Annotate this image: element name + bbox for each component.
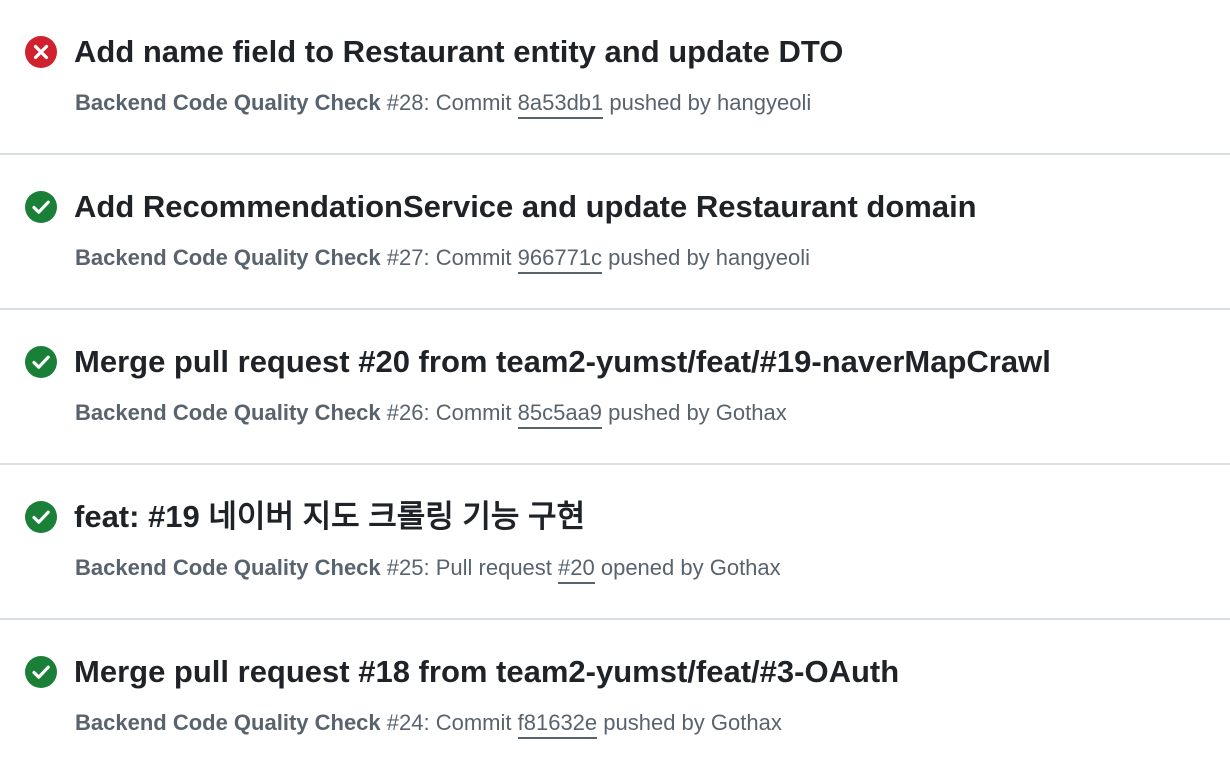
workflow-name: Backend Code Quality Check — [75, 710, 381, 735]
event-text: : Commit — [423, 245, 518, 270]
workflow-run-list: Add name field to Restaurant entity and … — [0, 0, 1230, 775]
workflow-run-item: feat: #19 네이버 지도 크롤링 기능 구현 Backend Code … — [0, 465, 1230, 620]
x-circle-fill-icon — [25, 36, 57, 68]
run-meta: Backend Code Quality Check #28: Commit 8… — [75, 87, 811, 119]
check-circle-fill-icon — [25, 656, 57, 688]
run-meta: Backend Code Quality Check #26: Commit 8… — [75, 397, 787, 429]
run-meta: Backend Code Quality Check #27: Commit 9… — [75, 242, 810, 274]
run-number: #26 — [386, 400, 424, 425]
run-number: #27 — [386, 245, 424, 270]
workflow-name: Backend Code Quality Check — [75, 555, 381, 580]
run-title-link[interactable]: Add name field to Restaurant entity and … — [74, 32, 843, 72]
run-number: #28 — [386, 90, 424, 115]
commit-link[interactable]: 85c5aa9 — [517, 400, 603, 429]
workflow-run-item: Merge pull request #18 from team2-yumst/… — [0, 620, 1230, 775]
run-title-link[interactable]: Add RecommendationService and update Res… — [74, 187, 977, 227]
commit-link[interactable]: f81632e — [517, 710, 598, 739]
actor-text: pushed by Gothax — [602, 400, 787, 425]
event-text: : Commit — [423, 90, 518, 115]
run-title-link[interactable]: Merge pull request #20 from team2-yumst/… — [74, 342, 1051, 382]
commit-link[interactable]: 8a53db1 — [517, 90, 604, 119]
workflow-name: Backend Code Quality Check — [75, 90, 381, 115]
workflow-name: Backend Code Quality Check — [75, 245, 381, 270]
workflow-name: Backend Code Quality Check — [75, 400, 381, 425]
pull-request-link[interactable]: #20 — [558, 555, 595, 584]
run-number: #25 — [386, 555, 424, 580]
actor-text: pushed by Gothax — [597, 710, 782, 735]
actor-text: pushed by hangyeoli — [602, 245, 810, 270]
check-circle-fill-icon — [25, 501, 57, 533]
run-title-link[interactable]: feat: #19 네이버 지도 크롤링 기능 구현 — [74, 497, 585, 537]
workflow-run-item: Add name field to Restaurant entity and … — [0, 0, 1230, 155]
check-circle-fill-icon — [25, 191, 57, 223]
workflow-run-item: Merge pull request #20 from team2-yumst/… — [0, 310, 1230, 465]
run-meta: Backend Code Quality Check #24: Commit f… — [75, 707, 782, 739]
commit-link[interactable]: 966771c — [517, 245, 603, 274]
run-title-link[interactable]: Merge pull request #18 from team2-yumst/… — [74, 652, 899, 692]
event-text: : Commit — [423, 710, 518, 735]
run-meta: Backend Code Quality Check #25: Pull req… — [75, 552, 781, 584]
check-circle-fill-icon — [25, 346, 57, 378]
run-number: #24 — [386, 710, 424, 735]
event-text: : Pull request — [423, 555, 559, 580]
actor-text: pushed by hangyeoli — [603, 90, 812, 115]
event-text: : Commit — [423, 400, 518, 425]
workflow-run-item: Add RecommendationService and update Res… — [0, 155, 1230, 310]
actor-text: opened by Gothax — [594, 555, 781, 580]
